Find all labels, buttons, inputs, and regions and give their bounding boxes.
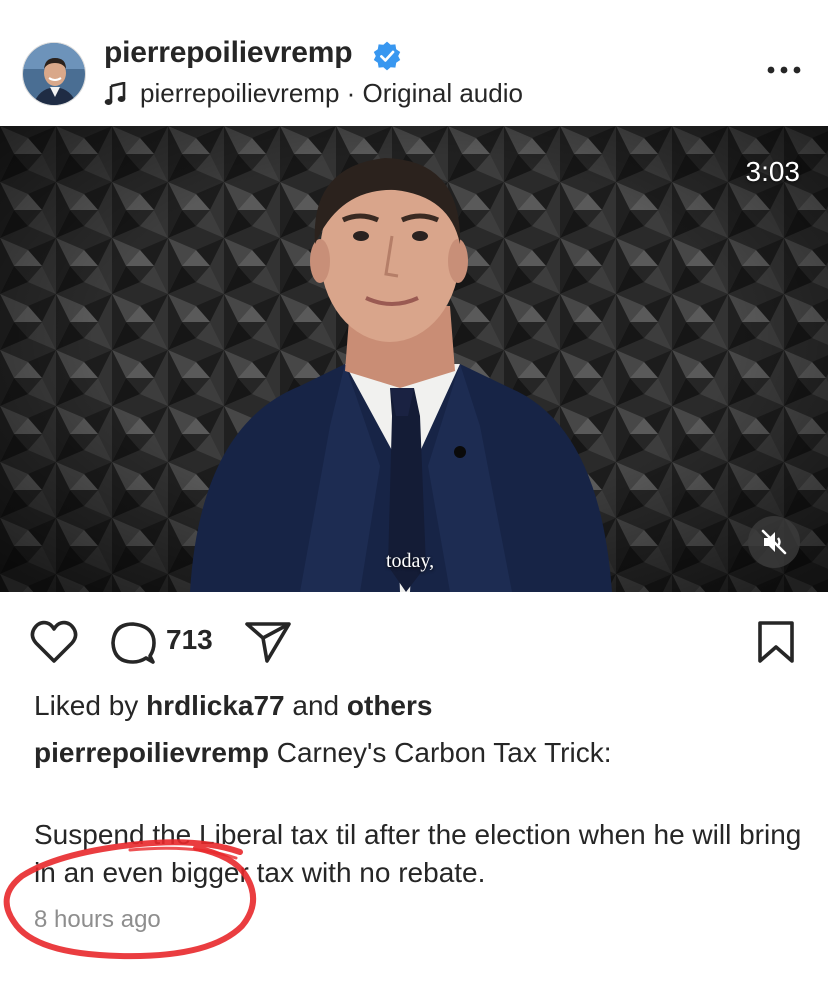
muted-speaker-icon (761, 529, 787, 555)
video-player[interactable]: 3:03 today, (0, 126, 828, 592)
heart-icon[interactable] (30, 620, 78, 664)
action-bar: 713 (0, 600, 828, 684)
caption-header: pierrepoilievremp Carney's Carbon Tax Tr… (34, 734, 814, 772)
liked-by: Liked by hrdlicka77 and others (34, 690, 432, 722)
post-header: pierrepoilievremp pierrepoilievremp · Or… (0, 0, 828, 126)
verified-badge-icon (373, 41, 401, 71)
liked-user[interactable]: hrdlicka77 (146, 690, 285, 721)
post-timestamp: 8 hours ago (34, 906, 161, 933)
audio-link[interactable]: pierrepoilievremp · Original audio (104, 78, 523, 109)
comment-count[interactable]: 713 (166, 624, 213, 656)
liked-and: and (292, 690, 340, 721)
liked-others[interactable]: others (347, 690, 433, 721)
video-subtitle: today, (386, 550, 435, 572)
audio-label: pierrepoilievremp · Original audio (140, 78, 523, 108)
comment-icon[interactable] (110, 620, 156, 666)
caption-body: Suspend the Liberal tax til after the el… (34, 819, 802, 888)
caption-author[interactable]: pierrepoilievremp (34, 737, 269, 768)
more-options-icon[interactable] (764, 62, 804, 78)
share-icon[interactable] (244, 620, 292, 664)
video-frame (0, 126, 828, 592)
avatar[interactable] (22, 42, 86, 106)
bookmark-icon[interactable] (756, 620, 796, 664)
video-duration: 3:03 (745, 156, 801, 187)
liked-prefix: Liked by (34, 690, 139, 721)
mute-button[interactable] (748, 516, 800, 568)
username[interactable]: pierrepoilievremp (104, 36, 353, 70)
music-note-icon (104, 81, 126, 105)
caption-title: Carney's Carbon Tax Trick: (276, 737, 612, 768)
